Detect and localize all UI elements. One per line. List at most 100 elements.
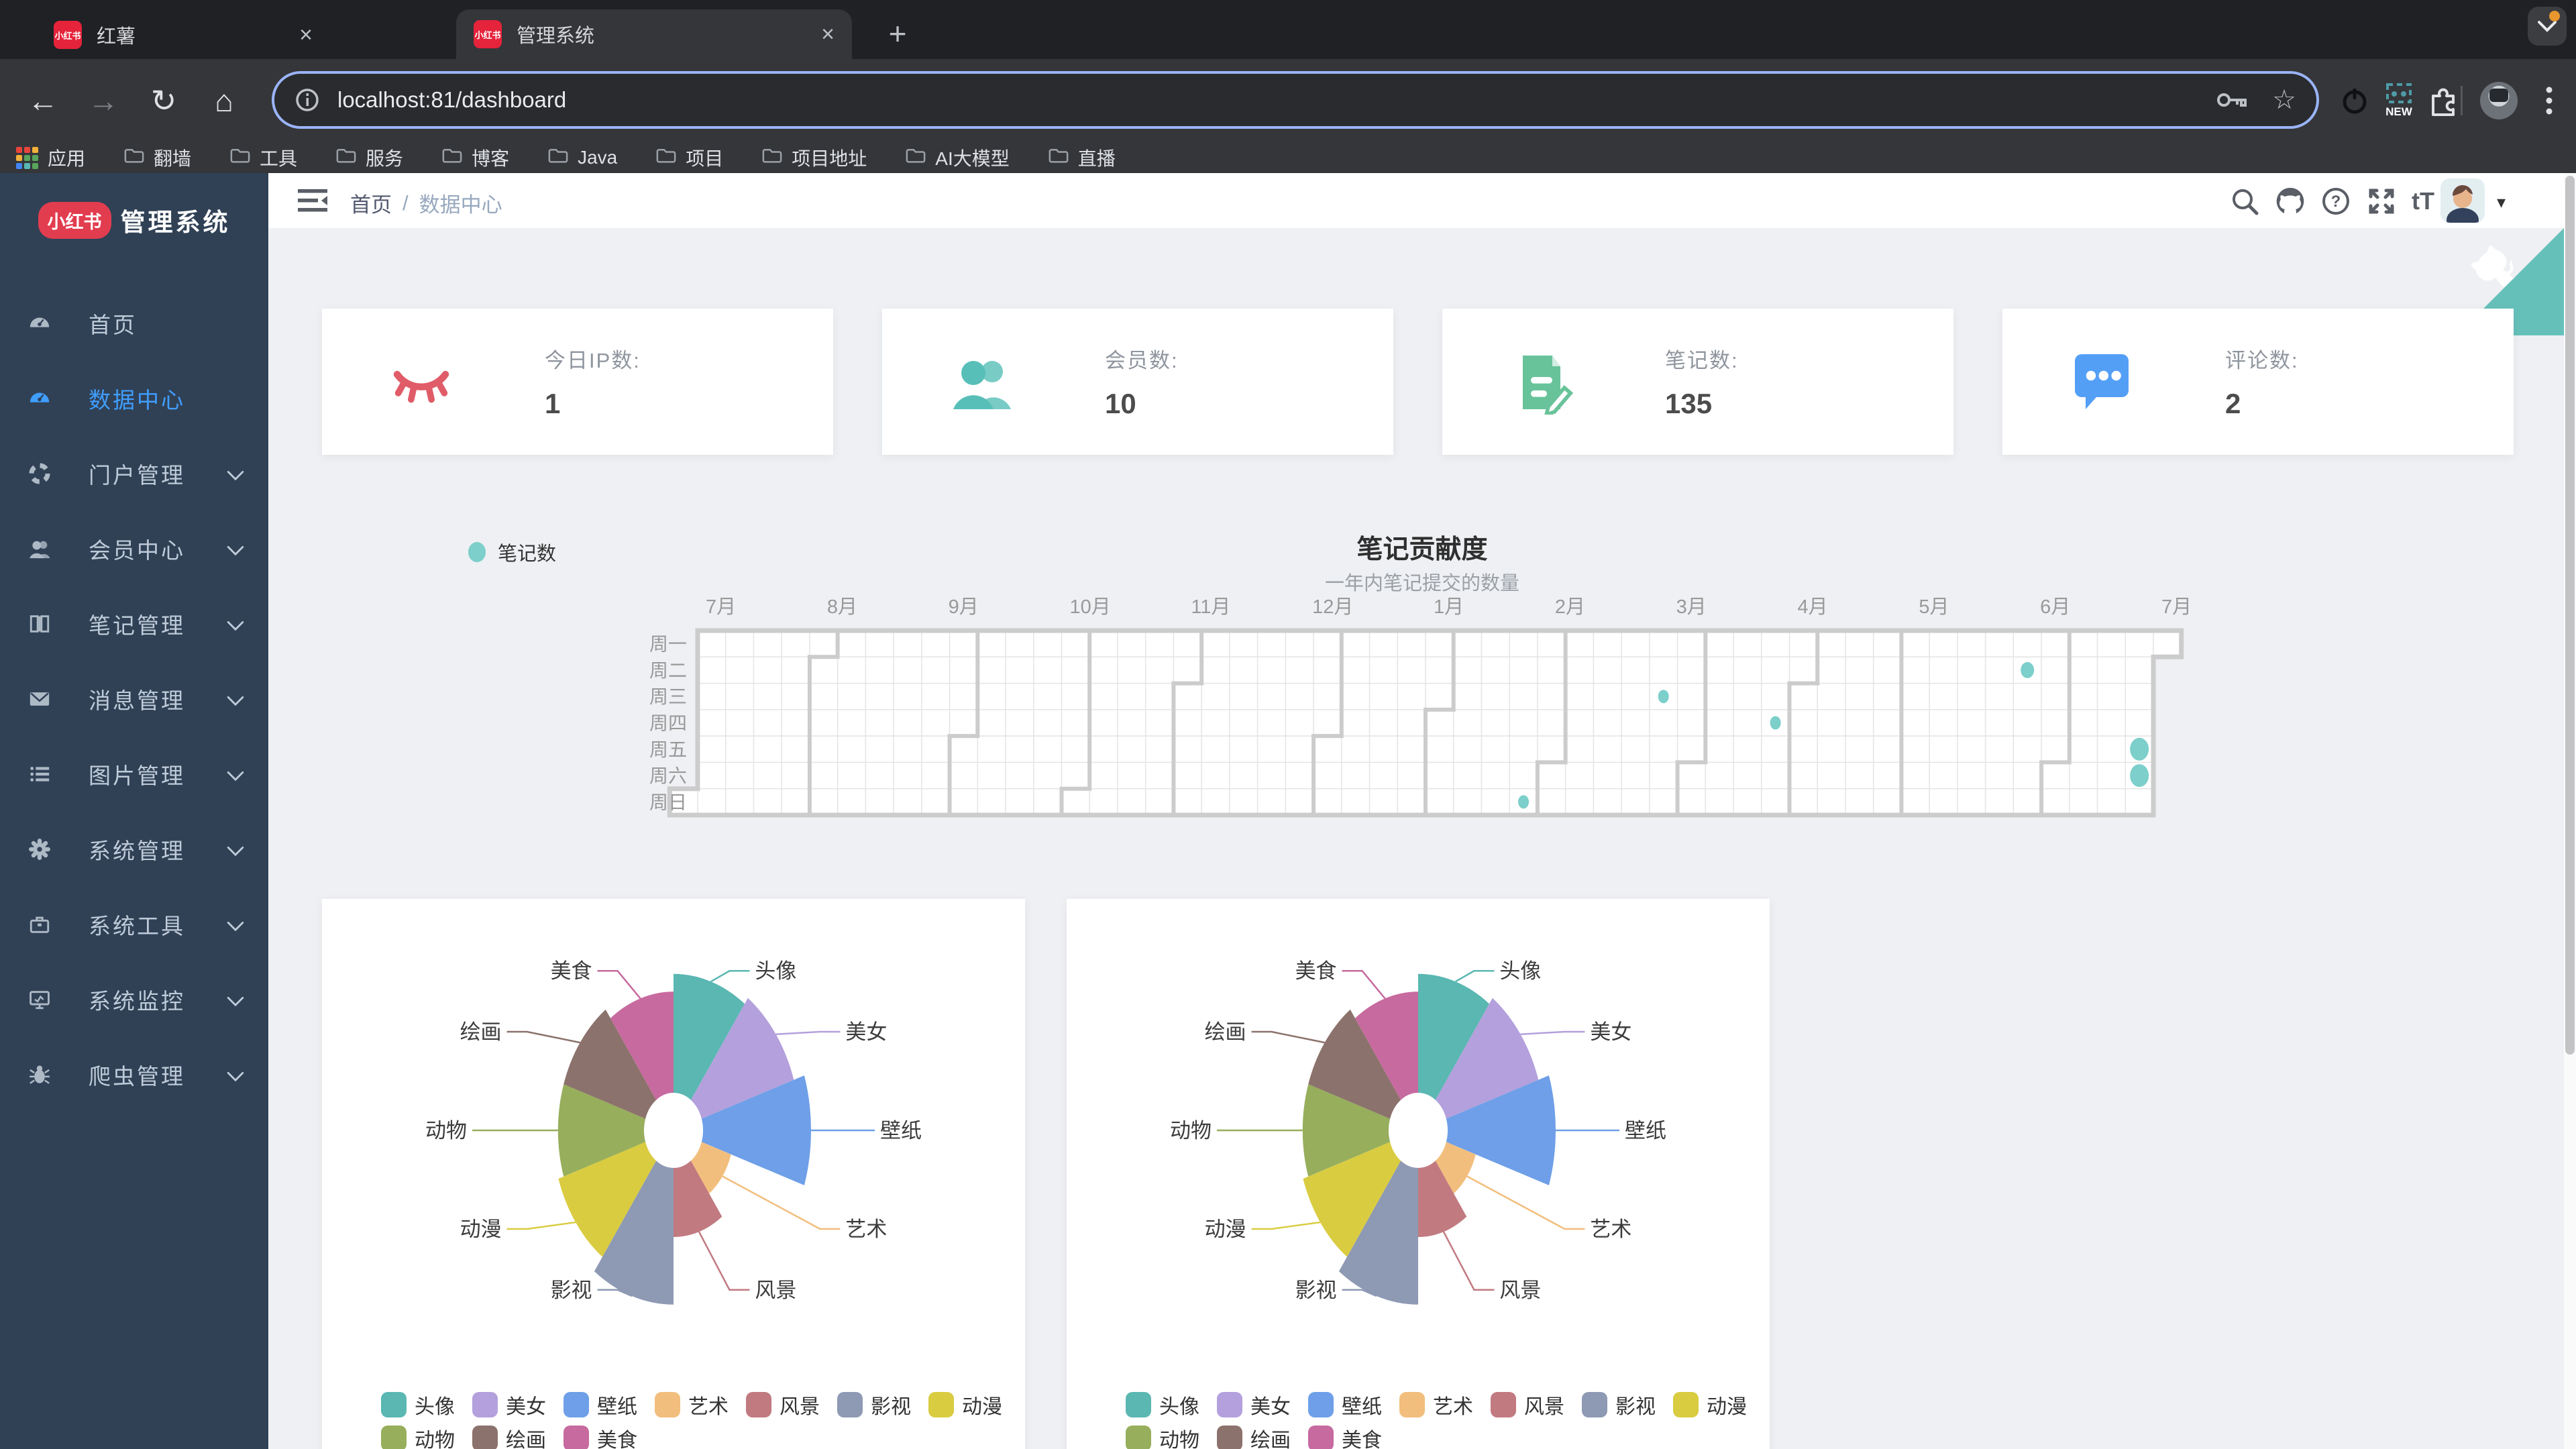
breadcrumb-home[interactable]: 首页 [350, 188, 392, 218]
user-avatar[interactable] [2440, 178, 2485, 223]
collapse-sidebar-icon[interactable] [298, 188, 327, 213]
bookmark-apps[interactable]: 应用 [16, 144, 85, 171]
legend-item[interactable]: 绘画 [472, 1424, 546, 1449]
address-bar[interactable]: localhost:81/dashboard ☆ [272, 71, 2319, 129]
chevron-down-icon [227, 686, 244, 712]
legend-item[interactable]: 动漫 [928, 1390, 1002, 1419]
heatmap-legend[interactable]: 笔记数 [468, 538, 556, 566]
legend-item[interactable]: 动物 [1126, 1424, 1199, 1449]
sidebar-item-10[interactable]: 爬虫管理 [0, 1037, 268, 1112]
back-button[interactable]: ← [19, 76, 67, 125]
browser-tab-hongshu[interactable]: 小红书 红薯 × [36, 11, 330, 59]
sidebar-item-8[interactable]: 系统工具 [0, 887, 268, 962]
contribution-calendar-chart[interactable]: 7月 8月 9月 10月 11月 12月 1月 2月 3月 4月 5月 6月 7月周一周二周三周四周五周… [637, 590, 2516, 839]
github-icon[interactable] [2273, 184, 2308, 219]
pie-label: 美女 [1590, 1020, 1631, 1044]
forward-button[interactable]: → [79, 76, 127, 125]
bookmark-folder[interactable]: Java [548, 147, 617, 168]
legend-item[interactable]: 影视 [837, 1390, 911, 1419]
legend-item[interactable]: 艺术 [655, 1390, 729, 1419]
site-info-icon[interactable] [294, 87, 320, 113]
breadcrumb-separator: / [402, 191, 409, 215]
pie-label: 艺术 [845, 1218, 887, 1241]
sidebar-item-3[interactable]: 会员中心 [0, 511, 268, 586]
bookmark-folder[interactable]: 直播 [1049, 144, 1116, 171]
legend-item[interactable]: 头像 [1126, 1390, 1199, 1419]
tab-search-button[interactable] [2528, 7, 2567, 46]
font-size-icon[interactable]: tT [2406, 184, 2440, 219]
legend-item[interactable]: 风景 [746, 1390, 820, 1419]
bookmark-label: 服务 [366, 148, 404, 169]
legend-item[interactable]: 动漫 [1673, 1390, 1747, 1419]
legend-item[interactable]: 壁纸 [564, 1390, 637, 1419]
pie-legend-row: 头像 美女 壁纸 艺术 风景 影视 动漫 [381, 1390, 1002, 1419]
stat-card-3: 评论数: 2 [2002, 309, 2514, 455]
tab-close-icon[interactable]: × [299, 22, 313, 48]
bookmark-folder[interactable]: 博客 [442, 144, 509, 171]
browser-menu-icon[interactable] [2530, 82, 2568, 119]
bookmark-folder[interactable]: 服务 [336, 144, 403, 171]
book-icon [28, 612, 51, 635]
extension-new-icon[interactable]: NEW [2380, 82, 2418, 119]
help-icon[interactable]: ? [2318, 184, 2353, 219]
home-button[interactable]: ⌂ [200, 76, 248, 125]
sidebar-item-7[interactable]: 系统管理 [0, 812, 268, 887]
legend-label: 风景 [1524, 1396, 1564, 1418]
tab-close-icon[interactable]: × [821, 21, 835, 48]
bookmark-folder[interactable]: 工具 [230, 144, 297, 171]
page-scrollbar[interactable] [2564, 173, 2576, 1449]
legend-item[interactable]: 绘画 [1217, 1424, 1291, 1449]
bookmark-folder[interactable]: 项目 [656, 144, 723, 171]
sidebar-item-0[interactable]: 首页 [0, 286, 268, 361]
legend-item[interactable]: 艺术 [1399, 1390, 1473, 1419]
pie-label: 影视 [1295, 1279, 1337, 1302]
legend-item[interactable]: 头像 [381, 1390, 455, 1419]
browser-tab-admin[interactable]: 小红书 管理系统 × [456, 9, 852, 59]
url-text[interactable]: localhost:81/dashboard [337, 87, 2216, 113]
bookmark-folder[interactable]: AI大模型 [906, 144, 1010, 171]
legend-item[interactable]: 风景 [1491, 1390, 1564, 1419]
fullscreen-icon[interactable] [2364, 184, 2399, 219]
bookmark-star-icon[interactable]: ☆ [2272, 85, 2296, 115]
extensions-puzzle-icon[interactable] [2424, 82, 2462, 119]
bookmark-folder[interactable]: 翻墙 [124, 144, 191, 171]
legend-item[interactable]: 美食 [1308, 1424, 1382, 1449]
browser-profile-avatar[interactable] [2480, 82, 2518, 119]
reload-button[interactable]: ↻ [140, 76, 188, 125]
stat-value: 135 [1665, 388, 1713, 419]
sidebar-item-label: 爬虫管理 [89, 1064, 185, 1089]
bookmark-folder[interactable]: 项目地址 [762, 144, 867, 171]
list-icon [28, 763, 51, 786]
legend-item[interactable]: 壁纸 [1308, 1390, 1382, 1419]
month-label: 4月 [1798, 596, 1828, 618]
legend-item[interactable]: 美食 [564, 1424, 637, 1449]
sidebar-item-4[interactable]: 笔记管理 [0, 586, 268, 661]
xiaohongshu-favicon: 小红书 [54, 21, 82, 49]
legend-swatch-icon [564, 1392, 589, 1417]
rose-chart[interactable]: 头像美女壁纸艺术风景 影视 动漫 动物 绘画 美食 [322, 899, 1025, 1368]
avatar-caret-icon[interactable]: ▾ [2497, 192, 2506, 213]
weekday-label: 周日 [649, 792, 687, 812]
rose-chart[interactable]: 头像美女壁纸艺术风景 影视 动漫 动物 绘画 美食 [1067, 899, 1770, 1368]
power-icon[interactable] [2336, 82, 2373, 119]
sidebar-item-1[interactable]: 数据中心 [0, 361, 268, 436]
pie-label: 美食 [1295, 959, 1337, 983]
legend-label: 影视 [1615, 1396, 1656, 1418]
sidebar-item-5[interactable]: 消息管理 [0, 661, 268, 737]
sidebar-item-6[interactable]: 图片管理 [0, 737, 268, 812]
legend-label: 艺术 [688, 1396, 729, 1418]
legend-item[interactable]: 影视 [1582, 1390, 1656, 1419]
app-logo[interactable]: 小红书 管理系统 [0, 173, 268, 267]
legend-item[interactable]: 美女 [472, 1390, 546, 1419]
monitor-icon [28, 988, 51, 1011]
legend-item[interactable]: 美女 [1217, 1390, 1291, 1419]
legend-swatch-icon [1217, 1392, 1242, 1417]
sidebar-item-9[interactable]: 系统监控 [0, 962, 268, 1037]
new-tab-button[interactable]: + [879, 15, 916, 52]
search-icon[interactable] [2227, 184, 2262, 219]
sidebar-item-2[interactable]: 门户管理 [0, 436, 268, 511]
scrollbar-thumb[interactable] [2565, 176, 2575, 1055]
legend-item[interactable]: 动物 [381, 1424, 455, 1449]
password-key-icon[interactable] [2216, 89, 2248, 111]
gear-icon [28, 838, 51, 861]
